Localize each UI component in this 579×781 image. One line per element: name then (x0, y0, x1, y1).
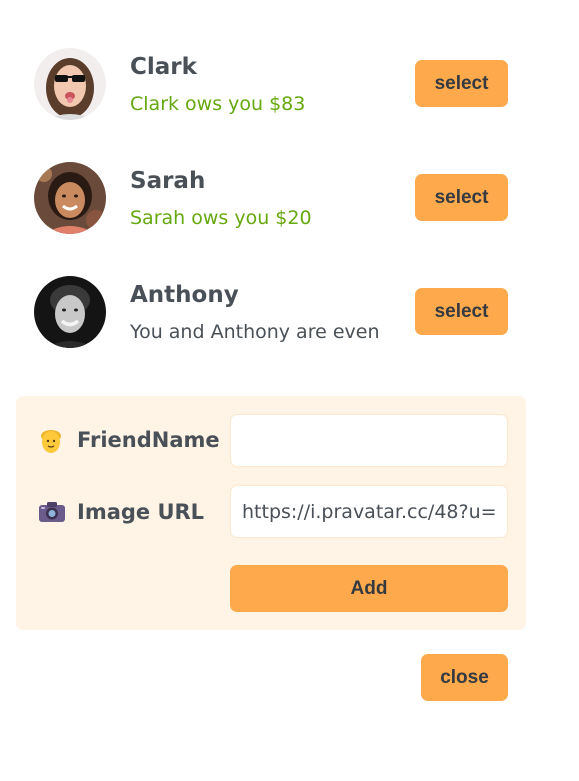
friend-item: Clark Clark ows you $83 select (34, 48, 508, 120)
add-button[interactable]: Add (230, 565, 508, 612)
friend-name-label: FriendName (38, 428, 220, 453)
add-friend-form: FriendName Image URL Add (16, 396, 526, 630)
friend-item: Sarah Sarah ows you $20 select (34, 162, 508, 234)
friend-balance: You and Anthony are even (130, 321, 380, 343)
friend-avatar (34, 162, 106, 234)
friend-item: Anthony You and Anthony are even select (34, 276, 508, 348)
image-url-input[interactable] (230, 485, 508, 538)
select-button[interactable]: select (415, 288, 508, 335)
friend-balance: Sarah ows you $20 (130, 207, 312, 229)
camera-emoji-icon (38, 500, 66, 524)
close-button[interactable]: close (421, 654, 508, 701)
friend-name-input[interactable] (230, 414, 508, 467)
friend-name-label-text: FriendName (77, 428, 220, 452)
friend-name: Sarah (130, 168, 206, 194)
friend-name: Clark (130, 54, 197, 80)
friend-avatar (34, 48, 106, 120)
friend-balance: Clark ows you $83 (130, 93, 306, 115)
select-button[interactable]: select (415, 60, 508, 107)
image-url-label-text: Image URL (77, 500, 205, 524)
friend-avatar (34, 276, 106, 348)
person-emoji-icon (38, 428, 66, 453)
image-url-label: Image URL (38, 500, 204, 524)
select-button[interactable]: select (415, 174, 508, 221)
friend-name: Anthony (130, 282, 239, 308)
